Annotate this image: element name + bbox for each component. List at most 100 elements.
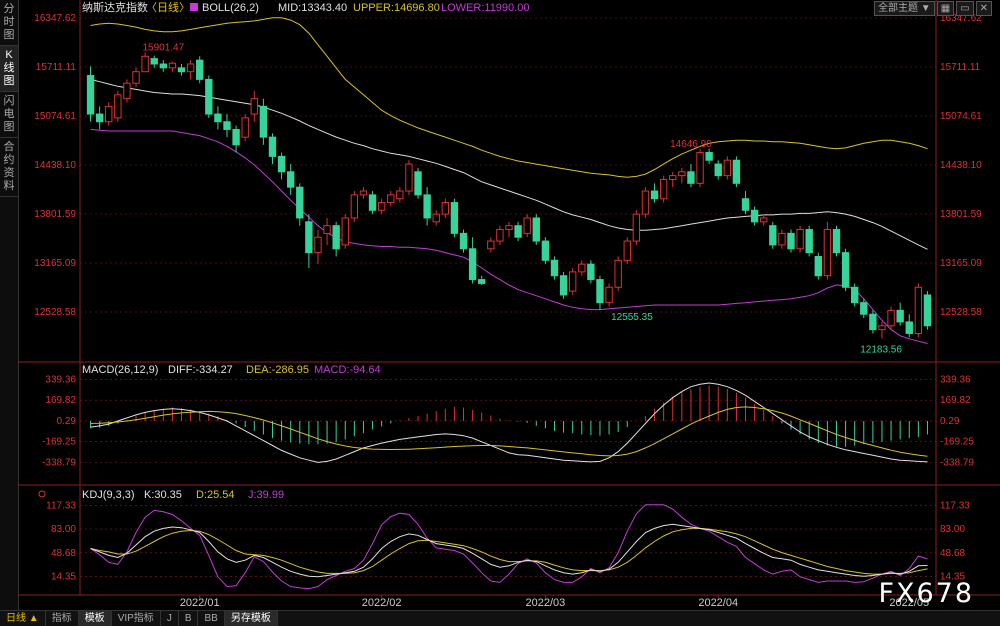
candle-body bbox=[860, 302, 868, 315]
candle-body bbox=[359, 190, 368, 196]
settings-dot-icon bbox=[38, 490, 46, 498]
candle-body bbox=[250, 98, 258, 115]
candle-body bbox=[95, 113, 104, 123]
candle-body bbox=[232, 128, 240, 146]
kdj-j-label: J:39.99 bbox=[248, 489, 284, 501]
macd-diff-label: DIFF:-334.27 bbox=[168, 364, 233, 376]
y-tick-label-left: 48.68 bbox=[51, 548, 76, 559]
macd-dea-line bbox=[90, 406, 928, 457]
candle-body bbox=[441, 202, 450, 215]
tab-indicator[interactable]: 指标 bbox=[46, 611, 79, 626]
candle-body bbox=[750, 209, 759, 223]
boll-upper-line bbox=[90, 17, 928, 178]
candle-body bbox=[678, 171, 686, 177]
low-annotation-2: 12183.56 bbox=[860, 345, 902, 356]
candle-body bbox=[714, 163, 722, 177]
tab-j[interactable]: J bbox=[161, 611, 179, 626]
candle-body bbox=[241, 117, 249, 138]
candle-body bbox=[414, 171, 422, 196]
y-tick-label-right: 169.82 bbox=[940, 395, 971, 406]
candle-body bbox=[432, 213, 440, 223]
candle-body bbox=[905, 321, 913, 334]
candle-body bbox=[168, 62, 177, 69]
candle-body bbox=[159, 63, 168, 69]
candle-body bbox=[496, 229, 504, 242]
layout-icon[interactable]: ▦ bbox=[936, 1, 955, 16]
candle-body bbox=[805, 229, 813, 254]
candle-body bbox=[687, 171, 695, 184]
candle-body bbox=[632, 213, 641, 242]
theme-select[interactable]: 全部主题 ▼ bbox=[874, 1, 935, 16]
candle-body bbox=[887, 309, 895, 327]
sidebar-tab-flash[interactable]: 闪电图 bbox=[0, 92, 18, 138]
y-tick-label-right: 13165.09 bbox=[940, 258, 982, 269]
sidebar-tab-timeshare[interactable]: 分时图 bbox=[0, 0, 18, 46]
x-tick-label: 2022/02 bbox=[362, 597, 402, 609]
tab-bb[interactable]: BB bbox=[198, 611, 225, 626]
y-tick-label-left: 13165.09 bbox=[34, 258, 76, 269]
tab-template[interactable]: 模板 bbox=[78, 611, 112, 626]
bottom-toolbar: 日线 ▲ 指标 模板 VIP指标 J B BB 另存模板 bbox=[0, 610, 1000, 626]
y-tick-label-right: 12528.58 bbox=[940, 307, 982, 318]
candle-body bbox=[769, 225, 777, 246]
candle-body bbox=[296, 186, 304, 219]
chevron-down-icon: ▼ bbox=[920, 3, 931, 14]
candle-body bbox=[669, 175, 677, 180]
candle-body bbox=[423, 194, 431, 219]
candle-body bbox=[823, 229, 832, 277]
y-tick-label-left: 13801.59 bbox=[34, 209, 76, 220]
x-tick-label: 2022/03 bbox=[526, 597, 566, 609]
period-select[interactable]: 日线 ▲ bbox=[0, 611, 46, 626]
y-tick-label-left: -338.79 bbox=[42, 458, 76, 469]
y-tick-label-left: 83.00 bbox=[51, 524, 76, 535]
kdj-label: KDJ(9,3,3) bbox=[82, 489, 135, 501]
candle-body bbox=[578, 263, 586, 273]
y-tick-label-left: 15074.61 bbox=[34, 111, 76, 122]
candle-body bbox=[732, 159, 741, 184]
sidebar-tab-kline[interactable]: K线图 bbox=[0, 46, 18, 92]
sidebar-tab-contract-info[interactable]: 合约资料 bbox=[0, 138, 18, 197]
candle-body bbox=[841, 252, 850, 288]
candle-body bbox=[587, 263, 595, 281]
candle-body bbox=[468, 248, 477, 281]
y-tick-label-left: -169.25 bbox=[42, 437, 76, 448]
high-annotation-1: 15901.47 bbox=[142, 42, 184, 53]
candle-body bbox=[186, 63, 195, 73]
theme-label: 全部主题 bbox=[878, 3, 919, 14]
candle-body bbox=[696, 152, 704, 184]
y-tick-label-left: 14.35 bbox=[51, 572, 76, 583]
candle-body bbox=[450, 202, 459, 234]
candle-body bbox=[214, 113, 222, 123]
y-tick-label-left: 15711.11 bbox=[36, 62, 77, 73]
candle-body bbox=[596, 279, 604, 304]
y-tick-label-left: 169.82 bbox=[45, 395, 76, 406]
boll-upper-label: UPPER:14696.80 bbox=[353, 2, 440, 14]
y-tick-label-left: 14438.10 bbox=[34, 160, 76, 171]
close-button[interactable]: ✕ bbox=[975, 1, 992, 16]
candle-body bbox=[914, 286, 923, 334]
candle-body bbox=[659, 178, 668, 200]
y-tick-label-left: 0.29 bbox=[57, 416, 77, 427]
tab-vip-indicator[interactable]: VIP指标 bbox=[112, 611, 161, 626]
macd-label: MACD(26,12,9) bbox=[82, 364, 158, 376]
candle-body bbox=[123, 82, 131, 100]
candle-body bbox=[705, 152, 713, 161]
candle-body bbox=[505, 225, 513, 231]
candle-body bbox=[286, 171, 295, 188]
watermark-logo: FX678 bbox=[878, 578, 974, 609]
y-tick-label-right: 339.36 bbox=[940, 374, 971, 385]
candle-body bbox=[387, 194, 395, 204]
candle-body bbox=[896, 309, 904, 323]
window-icon[interactable]: ▭ bbox=[956, 1, 974, 16]
candle-body bbox=[205, 78, 213, 115]
tab-save-template[interactable]: 另存模板 bbox=[224, 611, 278, 626]
tab-b[interactable]: B bbox=[179, 611, 199, 626]
candle-body bbox=[314, 236, 322, 254]
y-tick-label-right: 15074.61 bbox=[940, 111, 982, 122]
candle-body bbox=[141, 55, 149, 73]
side-tab-bar: 分时图 K线图 闪电图 合约资料 bbox=[0, 0, 19, 610]
y-tick-label-right: -169.25 bbox=[940, 437, 974, 448]
candle-body bbox=[86, 75, 95, 115]
candle-body bbox=[259, 105, 268, 138]
stock-chart[interactable]: 16347.62 16347.6215711.11 15711.1115074.61… bbox=[18, 0, 1000, 610]
